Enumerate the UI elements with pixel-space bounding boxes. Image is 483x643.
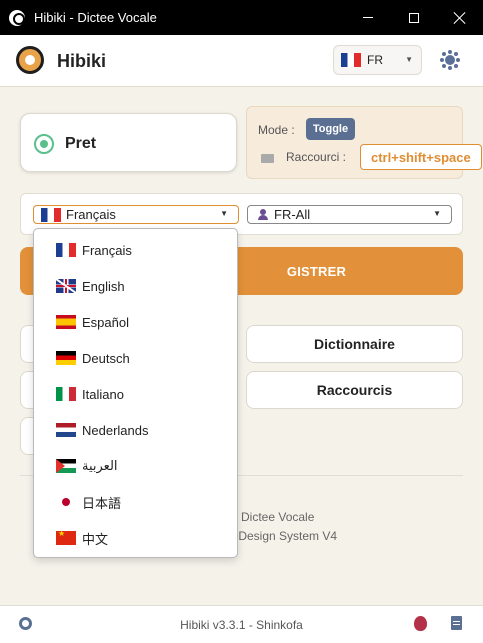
- document-icon[interactable]: [451, 616, 462, 630]
- about-line-1: Dictee Vocale: [241, 510, 315, 524]
- voice-select[interactable]: FR-All ▼: [247, 205, 452, 224]
- minimize-icon: [363, 17, 373, 18]
- dropdown-item-label: 中文: [82, 531, 109, 547]
- footer: Hibiki v3.3.1 - Shinkofa: [0, 605, 483, 643]
- close-icon: [454, 12, 466, 24]
- keyboard-icon: [261, 154, 274, 163]
- chevron-down-icon: ▼: [220, 209, 228, 218]
- version-text: Hibiki v3.3.1 - Shinkofa: [180, 618, 303, 632]
- dropdown-item-it[interactable]: Italiano: [34, 376, 239, 412]
- uk-flag-icon: [56, 279, 76, 293]
- about-line-2: - Design System V4: [231, 529, 338, 543]
- dropdown-item-label: Deutsch: [82, 350, 130, 366]
- app-icon: [9, 9, 25, 26]
- user-icon: [258, 209, 268, 220]
- italy-flag-icon: [56, 387, 76, 401]
- dropdown-item-label: Español: [82, 314, 129, 330]
- dropdown-item-es[interactable]: Español: [34, 304, 239, 340]
- theme-toggle-button[interactable]: [438, 48, 462, 72]
- chevron-down-icon: ▼: [405, 55, 413, 64]
- france-flag-icon: [56, 243, 76, 257]
- dropdown-item-en[interactable]: English: [34, 268, 239, 304]
- dropdown-item-label: العربية: [82, 458, 118, 473]
- shortcuts-button[interactable]: Raccourcis: [246, 371, 463, 409]
- france-flag-icon: [341, 53, 361, 67]
- germany-flag-icon: [56, 351, 76, 365]
- dropdown-item-nl[interactable]: Nederlands: [34, 412, 239, 448]
- dropdown-item-zh[interactable]: 中文: [34, 520, 239, 556]
- chevron-down-icon: ▼: [433, 209, 441, 218]
- ui-language-select[interactable]: FR ▼: [333, 45, 422, 75]
- status-indicator-icon: [34, 134, 54, 154]
- france-flag-icon: [41, 207, 61, 222]
- mode-toggle-button[interactable]: Toggle: [306, 118, 355, 140]
- window-title: Hibiki - Dictee Vocale: [34, 10, 157, 25]
- voice-value: FR-All: [274, 207, 311, 222]
- shortcut-value[interactable]: ctrl+shift+space: [360, 144, 482, 170]
- dropdown-item-label: English: [82, 278, 125, 294]
- dropdown-item-label: Italiano: [82, 386, 124, 402]
- dropdown-item-fr[interactable]: Français: [34, 232, 239, 268]
- dropdown-item-label: Français: [82, 242, 132, 258]
- app-header: Hibiki FR ▼: [0, 35, 483, 87]
- dictionary-button[interactable]: Dictionnaire: [246, 325, 463, 363]
- arabic-flag-icon: [56, 459, 76, 473]
- dropdown-item-de[interactable]: Deutsch: [34, 340, 239, 376]
- maximize-icon: [409, 12, 419, 23]
- hibiki-logo-icon: [16, 46, 44, 74]
- dictation-language-value: Français: [66, 207, 116, 222]
- maximize-button[interactable]: [391, 0, 437, 35]
- language-dropdown: Français English Español Deutsch Italian…: [33, 228, 238, 558]
- close-button[interactable]: [437, 0, 483, 35]
- brand-name: Hibiki: [57, 51, 107, 71]
- netherlands-flag-icon: [56, 423, 76, 437]
- record-label: GISTRER: [286, 263, 347, 279]
- dictation-language-select[interactable]: Français ▼: [33, 205, 239, 224]
- status-text: Pret: [65, 135, 97, 152]
- shortcut-label: Raccourci :: [286, 150, 347, 164]
- bug-icon[interactable]: [414, 616, 427, 631]
- ui-language-value: FR: [367, 53, 383, 67]
- mode-label: Mode :: [258, 123, 295, 137]
- dropdown-item-ja[interactable]: 日本語: [34, 484, 239, 520]
- spain-flag-icon: [56, 315, 76, 329]
- dropdown-item-ar[interactable]: العربية: [34, 448, 239, 484]
- title-bar: Hibiki - Dictee Vocale: [0, 0, 483, 35]
- sun-icon: [445, 55, 455, 65]
- mode-card: Mode : Toggle Raccourci : ctrl+shift+spa…: [246, 106, 482, 179]
- dropdown-item-label: 日本語: [82, 495, 122, 511]
- china-flag-icon: [56, 529, 76, 545]
- status-card: Pret: [20, 113, 237, 172]
- dropdown-item-label: Nederlands: [82, 422, 149, 438]
- japan-flag-icon: [56, 495, 76, 509]
- minimize-button[interactable]: [345, 0, 391, 35]
